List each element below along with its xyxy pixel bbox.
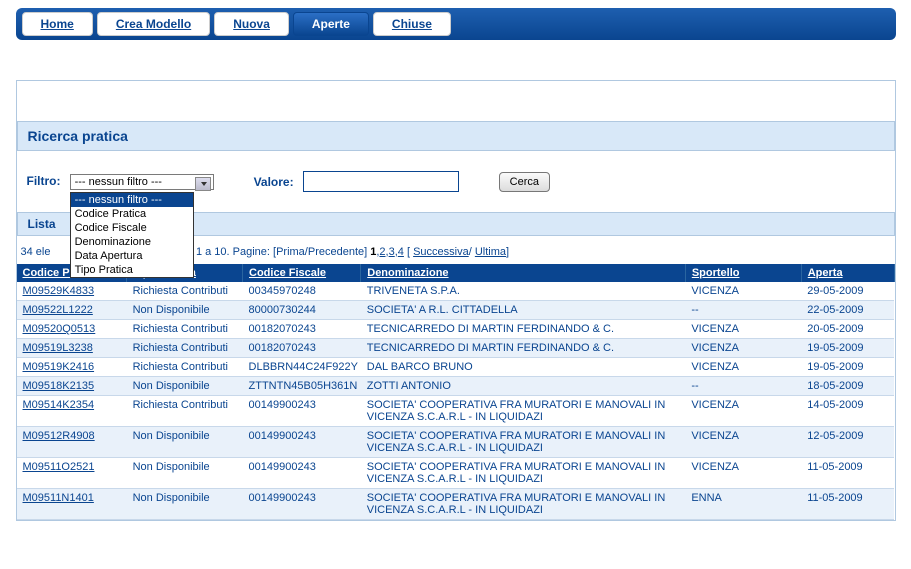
cell-sport: VICENZA <box>685 396 801 427</box>
codice-link[interactable]: M09519L3238 <box>23 342 93 354</box>
col-denominazione[interactable]: Denominazione <box>361 264 686 282</box>
table-row: M09511O2521 Non Disponibile00149900243SOC… <box>17 458 895 489</box>
tab-home[interactable]: Home <box>22 12 93 36</box>
cell-aperta: 18-05-2009 <box>801 377 894 396</box>
cell-den: TECNICARREDO DI MARTIN FERDINANDO & C. <box>361 339 686 358</box>
cell-den: TRIVENETA S.P.A. <box>361 282 686 301</box>
codice-link[interactable]: M09511O2521 <box>23 461 95 473</box>
table-row: M09529K4833 Richiesta Contributi003459702… <box>17 282 895 301</box>
table-row: M09511N1401 Non Disponibile00149900243SOC… <box>17 489 895 520</box>
table-row: M09518K2135 Non DisponibileZTTNTN45B05H36… <box>17 377 895 396</box>
section-title: Ricerca pratica <box>17 121 895 151</box>
cell-aperta: 11-05-2009 <box>801 489 894 520</box>
cell-cf: 00182070243 <box>243 339 361 358</box>
codice-link[interactable]: M09514K2354 <box>23 399 95 411</box>
cell-tipo: Non Disponibile <box>127 458 243 489</box>
table-row: M09512R4908 Non Disponibile00149900243SOC… <box>17 427 895 458</box>
cell-den: SOCIETA' COOPERATIVA FRA MURATORI E MANO… <box>361 489 686 520</box>
table-row: M09520Q0513 Richiesta Contributi001820702… <box>17 320 895 339</box>
cell-den: TECNICARREDO DI MARTIN FERDINANDO & C. <box>361 320 686 339</box>
cell-tipo: Richiesta Contributi <box>127 320 243 339</box>
cell-aperta: 12-05-2009 <box>801 427 894 458</box>
codice-link[interactable]: M09518K2135 <box>23 380 95 392</box>
table-row: M09519L3238 Richiesta Contributi001820702… <box>17 339 895 358</box>
cell-tipo: Richiesta Contributi <box>127 282 243 301</box>
cell-cf: DLBBRN44C24F922Y <box>243 358 361 377</box>
cell-den: DAL BARCO BRUNO <box>361 358 686 377</box>
page-link[interactable]: 2 <box>379 246 385 258</box>
codice-link[interactable]: M09520Q0513 <box>23 323 96 335</box>
cell-aperta: 19-05-2009 <box>801 358 894 377</box>
cell-tipo: Non Disponibile <box>127 301 243 320</box>
codice-link[interactable]: M09529K4833 <box>23 285 95 297</box>
cell-tipo: Non Disponibile <box>127 489 243 520</box>
cell-sport: ENNA <box>685 489 801 520</box>
cell-aperta: 14-05-2009 <box>801 396 894 427</box>
cell-cf: 00149900243 <box>243 489 361 520</box>
cell-den: ZOTTI ANTONIO <box>361 377 686 396</box>
page-link[interactable]: 3 <box>389 246 395 258</box>
cell-cf: 80000730244 <box>243 301 361 320</box>
page-last[interactable]: Ultima <box>475 246 506 258</box>
filter-option[interactable]: --- nessun filtro --- <box>71 193 193 207</box>
filter-option[interactable]: Codice Fiscale <box>71 221 193 235</box>
cell-den: SOCIETA' A R.L. CITTADELLA <box>361 301 686 320</box>
codice-link[interactable]: M09522L1222 <box>23 304 93 316</box>
cell-cf: ZTTNTN45B05H361N <box>243 377 361 396</box>
cell-cf: 00149900243 <box>243 427 361 458</box>
cell-aperta: 19-05-2009 <box>801 339 894 358</box>
cell-sport: VICENZA <box>685 320 801 339</box>
col-sportello[interactable]: Sportello <box>685 264 801 282</box>
cell-den: SOCIETA' COOPERATIVA FRA MURATORI E MANO… <box>361 458 686 489</box>
cell-tipo: Richiesta Contributi <box>127 396 243 427</box>
cell-cf: 00182070243 <box>243 320 361 339</box>
cell-den: SOCIETA' COOPERATIVA FRA MURATORI E MANO… <box>361 427 686 458</box>
col-codice-fiscale[interactable]: Codice Fiscale <box>243 264 361 282</box>
page-next[interactable]: Successiva <box>413 246 469 258</box>
value-label: Valore: <box>254 175 294 189</box>
codice-link[interactable]: M09519K2416 <box>23 361 95 373</box>
cell-cf: 00345970248 <box>243 282 361 301</box>
tab-chiuse[interactable]: Chiuse <box>373 12 451 36</box>
filter-option[interactable]: Codice Pratica <box>71 207 193 221</box>
menu-bar: Home Crea Modello Nuova Aperte Chiuse <box>16 8 896 40</box>
search-button[interactable]: Cerca <box>499 172 550 192</box>
col-aperta[interactable]: Aperta <box>801 264 894 282</box>
cell-tipo: Richiesta Contributi <box>127 339 243 358</box>
tab-nuova[interactable]: Nuova <box>214 12 289 36</box>
cell-sport: -- <box>685 301 801 320</box>
cell-sport: VICENZA <box>685 339 801 358</box>
value-input[interactable] <box>303 171 459 192</box>
cell-cf: 00149900243 <box>243 396 361 427</box>
table-row: M09522L1222 Non Disponibile80000730244SOC… <box>17 301 895 320</box>
filter-option[interactable]: Denominazione <box>71 235 193 249</box>
cell-den: SOCIETA' COOPERATIVA FRA MURATORI E MANO… <box>361 396 686 427</box>
cell-tipo: Non Disponibile <box>127 377 243 396</box>
tab-crea-modello[interactable]: Crea Modello <box>97 12 210 36</box>
cell-aperta: 22-05-2009 <box>801 301 894 320</box>
tab-aperte[interactable]: Aperte <box>293 12 369 36</box>
results-table: Codice Pratica Tipo Pratica Codice Fisca… <box>17 264 895 520</box>
filter-option[interactable]: Data Apertura <box>71 249 193 263</box>
cell-aperta: 29-05-2009 <box>801 282 894 301</box>
cell-sport: VICENZA <box>685 427 801 458</box>
cell-sport: -- <box>685 377 801 396</box>
filter-option[interactable]: Tipo Pratica <box>71 263 193 277</box>
codice-link[interactable]: M09511N1401 <box>23 492 94 504</box>
filter-select[interactable]: --- nessun filtro --- <box>70 174 214 190</box>
filter-dropdown: --- nessun filtro --- Codice Pratica Cod… <box>70 192 194 278</box>
cell-aperta: 11-05-2009 <box>801 458 894 489</box>
cell-tipo: Non Disponibile <box>127 427 243 458</box>
cell-aperta: 20-05-2009 <box>801 320 894 339</box>
cell-sport: VICENZA <box>685 358 801 377</box>
cell-sport: VICENZA <box>685 282 801 301</box>
cell-tipo: Richiesta Contributi <box>127 358 243 377</box>
codice-link[interactable]: M09512R4908 <box>23 430 95 442</box>
table-row: M09514K2354 Richiesta Contributi001499002… <box>17 396 895 427</box>
cell-sport: VICENZA <box>685 458 801 489</box>
cell-cf: 00149900243 <box>243 458 361 489</box>
table-row: M09519K2416 Richiesta ContributiDLBBRN44C… <box>17 358 895 377</box>
filter-label: Filtro: <box>27 174 61 188</box>
page-link[interactable]: 4 <box>398 246 404 258</box>
